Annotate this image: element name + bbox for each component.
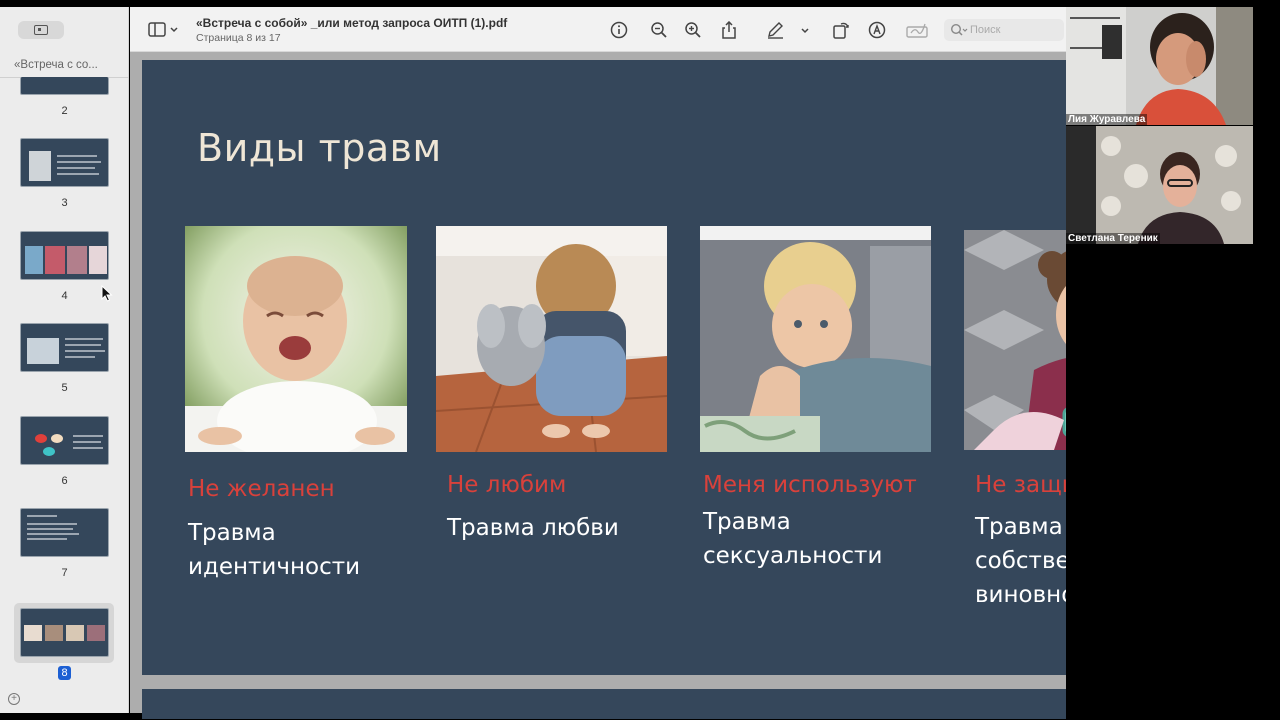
thumb-photo	[24, 625, 42, 641]
card-3-line-2: сексуальности	[703, 543, 883, 569]
rotate-icon[interactable]	[832, 21, 850, 39]
page-thumbnail-3[interactable]	[20, 138, 109, 187]
thumb-text-line	[73, 441, 101, 443]
sidebar-toggle-icon[interactable]	[148, 21, 178, 39]
photo-toddler-with-blanket	[700, 226, 931, 452]
page-number-8: 8	[58, 666, 71, 680]
signature-icon[interactable]	[906, 21, 930, 39]
search-icon	[950, 23, 968, 36]
thumb-text-line	[57, 161, 101, 163]
page-number-7: 7	[61, 567, 68, 579]
zoom-out-icon[interactable]	[650, 21, 668, 39]
page-thumbnail-7[interactable]	[20, 508, 109, 557]
thumb-text-line	[27, 533, 79, 535]
video-tile-participant-1[interactable]: Лия Журавлева	[1066, 7, 1253, 125]
card-1-line-1: Травма	[188, 520, 276, 546]
markup-pen-icon[interactable]	[766, 21, 810, 39]
thumb-text-line	[73, 435, 103, 437]
share-icon[interactable]	[720, 21, 738, 39]
page-thumbnail-8[interactable]	[20, 608, 109, 657]
card-1-heading: Не желанен	[188, 476, 335, 502]
add-page-button[interactable]: +	[8, 693, 20, 705]
thumb-text-line	[27, 538, 67, 540]
thumb-photo	[87, 625, 105, 641]
slide-title: Виды травм	[197, 126, 442, 170]
page-thumbnail-2[interactable]	[20, 77, 109, 95]
thumb-dot	[35, 434, 47, 443]
thumbnail-sidebar: «Встреча с со... 2 3 4 5 6 7 8 +	[0, 7, 129, 713]
page-number-2: 2	[61, 105, 68, 117]
thumb-text-line	[27, 528, 73, 530]
thumb-photo	[67, 246, 87, 274]
page-number-5: 5	[61, 382, 68, 394]
info-icon[interactable]	[610, 21, 628, 39]
page-indicator: Страница 8 из 17	[196, 32, 281, 44]
page-number-3: 3	[61, 197, 68, 209]
zoom-in-icon[interactable]	[684, 21, 702, 39]
toolbar: «Встреча с собой» _или метод запроса ОИТ…	[130, 7, 1066, 52]
card-3-line-1: Травма	[703, 509, 791, 535]
thumb-photo	[45, 625, 63, 641]
thumb-text-line	[65, 356, 95, 358]
photo-sad-child-with-toy	[436, 226, 667, 452]
thumb-text-line	[27, 515, 57, 517]
thumb-text-line	[65, 350, 105, 352]
thumb-text-line	[65, 338, 103, 340]
card-3-text: Травма сексуальности	[703, 505, 882, 573]
page-thumbnail-5[interactable]	[20, 323, 109, 372]
document-title: «Встреча с собой» _или метод запроса ОИТ…	[196, 16, 508, 30]
card-1-text: Травма идентичности	[188, 516, 360, 584]
card-1-line-2: идентичности	[188, 554, 361, 580]
photo-crying-baby	[185, 226, 407, 452]
sidebar-view-icon	[34, 25, 48, 35]
page-thumbnail-4[interactable]	[20, 231, 109, 280]
thumb-photo	[25, 246, 43, 274]
card-2-line-1: Травма любви	[447, 515, 619, 541]
video-tile-participant-2[interactable]: Светлана Тереник	[1066, 126, 1253, 244]
page-thumbnail-6[interactable]	[20, 416, 109, 465]
card-2-heading: Не любим	[447, 472, 567, 498]
page-number-6: 6	[61, 475, 68, 487]
sidebar-document-title: «Встреча с со...	[14, 59, 98, 71]
thumb-text-line	[57, 173, 99, 175]
thumb-dot	[43, 447, 55, 456]
thumb-text-line	[27, 523, 77, 525]
thumb-dot	[51, 434, 63, 443]
thumb-text-line	[65, 344, 101, 346]
mouse-cursor-icon	[101, 285, 113, 302]
thumb-photo	[29, 151, 51, 181]
sidebar-view-button[interactable]	[18, 21, 64, 39]
thumb-photo	[45, 246, 65, 274]
thumb-photo	[66, 625, 84, 641]
card-2-text: Травма любви	[447, 511, 619, 545]
search-input[interactable]	[970, 22, 1058, 38]
thumb-photo	[27, 338, 59, 364]
participant-2-name: Светлана Тереник	[1066, 233, 1160, 244]
annotate-icon[interactable]	[868, 21, 886, 39]
thumb-text-line	[57, 155, 97, 157]
thumb-text-line	[73, 447, 103, 449]
video-panel: Лия Журавлева Светлана Тереник	[1066, 7, 1280, 720]
thumb-photo	[89, 246, 107, 274]
thumb-text-line	[57, 167, 95, 169]
card-3-heading: Меня используют	[703, 472, 917, 498]
search-field[interactable]	[944, 19, 1064, 41]
participant-1-name: Лия Журавлева	[1066, 114, 1148, 125]
